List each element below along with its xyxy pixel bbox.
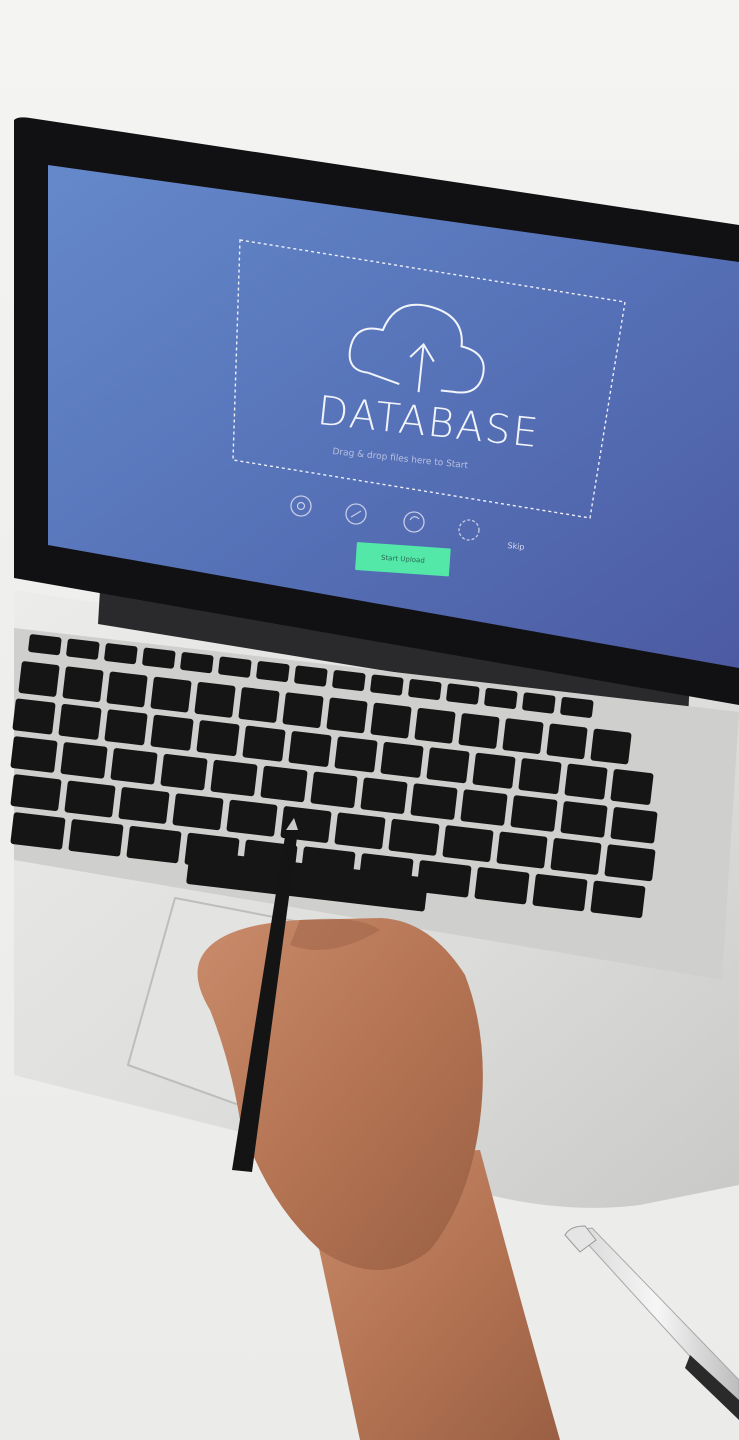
keyboard-key[interactable] (194, 682, 236, 718)
keyboard-key[interactable] (326, 697, 368, 734)
keyboard-key[interactable] (472, 752, 516, 789)
keyboard-key[interactable] (142, 647, 176, 669)
keyboard-key[interactable] (60, 742, 108, 779)
keyboard-key[interactable] (546, 723, 588, 760)
keyboard-key[interactable] (238, 687, 280, 723)
keyboard-key[interactable] (110, 748, 158, 785)
keyboard-key[interactable] (426, 747, 470, 784)
keyboard-key[interactable] (126, 826, 182, 864)
keyboard-key[interactable] (294, 665, 328, 687)
keyboard-key[interactable] (106, 671, 148, 708)
desk-pen (564, 1225, 739, 1420)
keyboard-key[interactable] (10, 812, 66, 850)
keyboard-key[interactable] (496, 831, 548, 869)
keyboard-key[interactable] (260, 765, 308, 803)
keyboard-key[interactable] (590, 728, 632, 765)
keyboard-key[interactable] (118, 787, 170, 824)
keyboard-key[interactable] (334, 812, 386, 850)
keyboard-key[interactable] (172, 793, 224, 831)
keyboard-key[interactable] (256, 661, 290, 683)
keyboard-key[interactable] (242, 725, 286, 762)
keyboard-key[interactable] (218, 656, 252, 678)
keyboard-key[interactable] (226, 799, 278, 837)
keyboard-key[interactable] (590, 880, 646, 918)
keyboard-key[interactable] (10, 736, 58, 773)
keyboard-key[interactable] (104, 709, 148, 746)
skip-link[interactable]: Skip (507, 541, 525, 552)
keyboard-key[interactable] (12, 698, 56, 735)
keyboard-key[interactable] (160, 754, 208, 791)
hand (197, 918, 483, 1270)
keyboard-key[interactable] (518, 758, 562, 795)
keyboard-key[interactable] (458, 713, 500, 749)
keyboard-key[interactable] (210, 759, 258, 797)
keyboard-key[interactable] (502, 718, 544, 754)
keyboard-key[interactable] (150, 714, 194, 751)
keyboard-key[interactable] (610, 807, 658, 844)
keyboard-key[interactable] (334, 736, 378, 773)
keyboard-key[interactable] (610, 769, 654, 805)
keyboard-key[interactable] (288, 731, 332, 767)
keyboard-key[interactable] (474, 867, 530, 905)
keyboard-key[interactable] (370, 674, 404, 696)
keyboard-key[interactable] (332, 670, 366, 692)
keyboard-key[interactable] (522, 692, 556, 714)
keyboard-key[interactable] (18, 661, 60, 697)
keyboard-key[interactable] (510, 795, 558, 832)
keyboard-key[interactable] (388, 818, 440, 856)
keyboard-key[interactable] (604, 844, 656, 882)
keyboard-key[interactable] (360, 777, 408, 814)
keyboard-key[interactable] (560, 801, 608, 838)
keyboard-key[interactable] (282, 692, 324, 728)
keyboard-key[interactable] (414, 708, 456, 744)
keyboard-key[interactable] (564, 763, 608, 800)
keyboard-key[interactable] (560, 696, 594, 719)
keyboard-key[interactable] (196, 720, 240, 757)
keyboard-key[interactable] (446, 683, 480, 705)
keyboard-key[interactable] (310, 771, 358, 808)
keyboard-key[interactable] (68, 819, 124, 857)
keyboard-key[interactable] (484, 688, 518, 710)
keyboard-key[interactable] (104, 643, 138, 665)
keyboard-key[interactable] (408, 679, 442, 701)
keyboard-key[interactable] (66, 638, 100, 660)
keyboard-key[interactable] (58, 703, 102, 740)
keyboard-key[interactable] (180, 652, 214, 674)
photo-scene (10, 117, 739, 1440)
keyboard-key[interactable] (550, 838, 602, 875)
keyboard-key[interactable] (28, 634, 62, 656)
keyboard-key[interactable] (10, 774, 62, 812)
keyboard-key[interactable] (410, 783, 458, 820)
keyboard-key[interactable] (370, 702, 412, 739)
keyboard-key[interactable] (442, 825, 494, 863)
keyboard-key[interactable] (62, 666, 104, 703)
keyboard-key[interactable] (532, 873, 588, 912)
keyboard-key[interactable] (150, 676, 192, 713)
keyboard-key[interactable] (64, 780, 116, 818)
keyboard-key[interactable] (380, 741, 424, 778)
keyboard-key[interactable] (460, 789, 508, 826)
